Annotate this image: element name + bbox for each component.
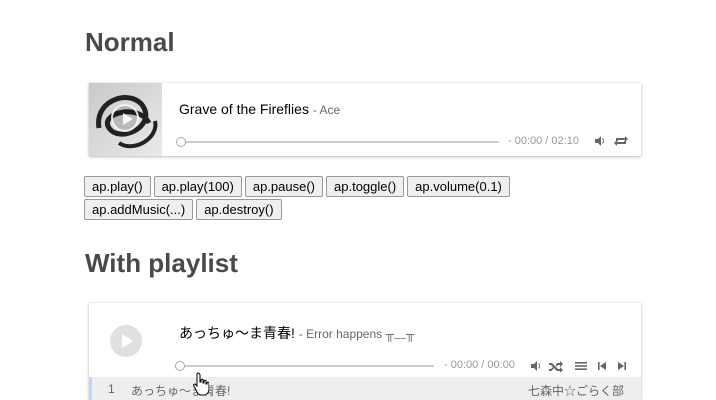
audio-player-playlist: あっちゅ～ま青春! - Error happens ╥﹏╥ - 00:00 / …: [89, 303, 641, 400]
audio-player-normal: Grave of the Fireflies - Ace - 00:00 / 0…: [89, 83, 641, 156]
song-title: Grave of the Fireflies - Ace: [179, 101, 340, 117]
loop-icon[interactable]: [614, 135, 628, 147]
play-button[interactable]: ap.play(): [84, 176, 151, 197]
play-100-button[interactable]: ap.play(100): [153, 176, 242, 197]
song-author: - Error happens ╥﹏╥: [298, 327, 415, 341]
play-icon[interactable]: [110, 325, 142, 357]
progress-thumb[interactable]: [175, 361, 185, 371]
add-music-button[interactable]: ap.addMusic(...): [84, 199, 194, 220]
time-display: - 00:00 / 02:10: [508, 135, 579, 147]
shuffle-icon[interactable]: [549, 360, 563, 372]
song-title-text: Grave of the Fireflies: [179, 101, 309, 117]
progress-thumb[interactable]: [176, 137, 186, 147]
toggle-button[interactable]: ap.toggle(): [326, 176, 405, 197]
mouse-pointer-icon: [193, 372, 209, 396]
play-icon[interactable]: [111, 104, 139, 132]
song-title-text: あっちゅ～ま青春!: [179, 325, 295, 341]
api-button-row: ap.play() ap.play(100) ap.pause() ap.toggle…: [84, 176, 513, 222]
menu-icon[interactable]: [575, 360, 587, 372]
destroy-button[interactable]: ap.destroy(): [196, 199, 282, 220]
volume-icon[interactable]: [594, 135, 606, 147]
time-display: - 00:00 / 00:00: [444, 359, 515, 371]
pause-button[interactable]: ap.pause(): [244, 176, 324, 197]
playlist-title: あっちゅ～ま青春!: [131, 384, 231, 398]
progress-bar[interactable]: [179, 141, 499, 143]
playlist-author: 七森中☆ごらく部: [527, 384, 624, 398]
playlist-item[interactable]: 1 あっちゅ～ま青春! 七森中☆ごらく部: [89, 377, 641, 400]
section-heading-playlist: With playlist: [85, 248, 238, 278]
song-author: - Ace: [312, 103, 341, 117]
skip-forward-icon[interactable]: [617, 360, 627, 372]
song-title: あっちゅ～ま青春! - Error happens ╥﹏╥: [179, 323, 415, 343]
section-heading-normal: Normal: [85, 27, 175, 57]
progress-bar[interactable]: [179, 365, 434, 367]
playlist-index: 1: [108, 382, 115, 396]
skip-back-icon[interactable]: [597, 360, 607, 372]
volume-button[interactable]: ap.volume(0.1): [407, 176, 510, 197]
volume-icon[interactable]: [530, 360, 542, 372]
album-cover: [89, 83, 162, 156]
